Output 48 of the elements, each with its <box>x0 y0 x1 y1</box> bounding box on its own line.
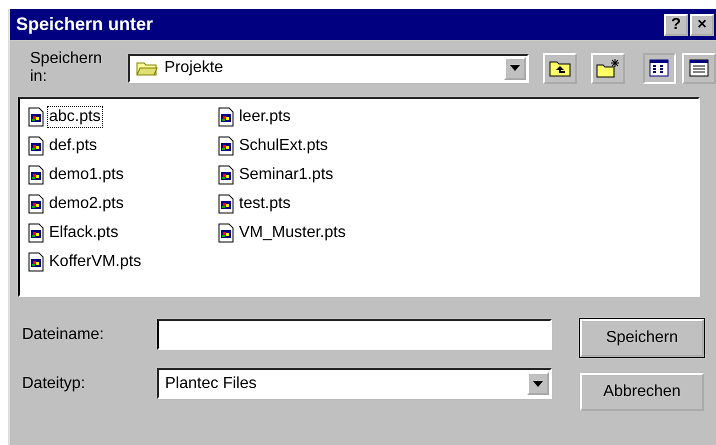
document-icon <box>28 165 44 185</box>
save-button[interactable]: Speichern <box>580 319 704 357</box>
document-icon <box>28 223 44 243</box>
help-button[interactable]: ? <box>664 14 688 36</box>
document-icon <box>218 136 234 156</box>
file-item[interactable]: leer.pts <box>238 107 292 127</box>
file-item[interactable]: Elfack.pts <box>48 223 120 243</box>
dropdown-button[interactable] <box>527 372 549 395</box>
close-button[interactable]: × <box>690 14 714 36</box>
file-item[interactable]: def.pts <box>48 136 98 156</box>
cancel-button[interactable]: Abbrechen <box>580 373 704 411</box>
caret-icon <box>510 65 520 71</box>
filename-label: Dateiname: <box>22 326 105 344</box>
details-view-icon <box>689 59 710 77</box>
filetype-label: Dateityp: <box>22 374 86 392</box>
file-item[interactable]: demo1.pts <box>48 165 125 185</box>
dropdown-button[interactable] <box>504 56 526 80</box>
document-icon <box>218 223 234 243</box>
document-icon <box>218 194 234 214</box>
window-title: Speichern unter <box>16 14 154 35</box>
file-item[interactable]: Seminar1.pts <box>238 165 334 185</box>
location-value: Projekte <box>164 59 224 77</box>
list-view-icon <box>649 59 670 77</box>
new-folder-button[interactable] <box>590 52 625 84</box>
up-folder-button[interactable] <box>543 52 577 84</box>
location-dropdown[interactable]: Projekte <box>128 54 530 82</box>
filename-field[interactable] <box>157 319 552 350</box>
file-item[interactable]: SchulExt.pts <box>238 136 329 156</box>
file-item[interactable]: test.pts <box>238 194 292 214</box>
new-folder-icon <box>596 58 620 78</box>
file-item[interactable]: VM_Muster.pts <box>238 223 347 243</box>
folder-icon <box>136 60 158 76</box>
save-in-label: Speichern in: <box>30 50 104 86</box>
filetype-value: Plantec Files <box>165 374 258 392</box>
document-icon <box>218 165 234 185</box>
document-icon <box>28 194 44 214</box>
file-item[interactable]: KofferVM.pts <box>48 252 142 272</box>
document-icon <box>28 252 44 272</box>
document-icon <box>28 107 44 127</box>
document-icon <box>28 136 44 156</box>
file-item[interactable]: demo2.pts <box>48 194 125 214</box>
document-icon <box>218 107 234 127</box>
list-view-button[interactable] <box>642 52 676 84</box>
filetype-dropdown[interactable]: Plantec Files <box>157 368 552 399</box>
file-item[interactable]: abc.pts <box>48 107 102 127</box>
folder-up-icon <box>549 59 572 77</box>
details-view-button[interactable] <box>682 52 716 84</box>
caret-icon <box>533 380 543 386</box>
